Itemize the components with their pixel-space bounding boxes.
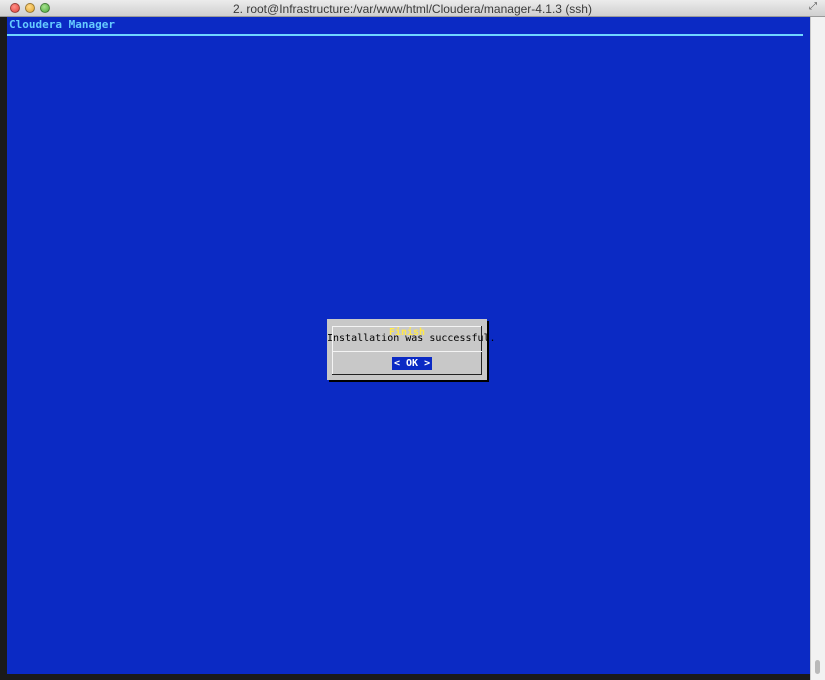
dialog-border-bottom xyxy=(332,374,482,375)
fullscreen-icon[interactable]: ⤢ xyxy=(809,2,819,12)
window-titlebar[interactable]: 2. root@Infrastructure:/var/www/html/Clo… xyxy=(0,0,825,17)
header-divider xyxy=(7,34,803,36)
dialog-message: Installation was successful. xyxy=(327,333,496,344)
terminal-scrollbar[interactable] xyxy=(810,17,825,680)
dialog-separator xyxy=(332,351,482,352)
scrollbar-thumb[interactable] xyxy=(815,660,820,674)
window-title: 2. root@Infrastructure:/var/www/html/Clo… xyxy=(233,2,592,16)
ok-button[interactable]: < OK > xyxy=(392,357,433,370)
finish-dialog: Finish Installation was successful. < OK… xyxy=(327,319,496,380)
terminal-header: Cloudera Manager xyxy=(9,18,115,31)
